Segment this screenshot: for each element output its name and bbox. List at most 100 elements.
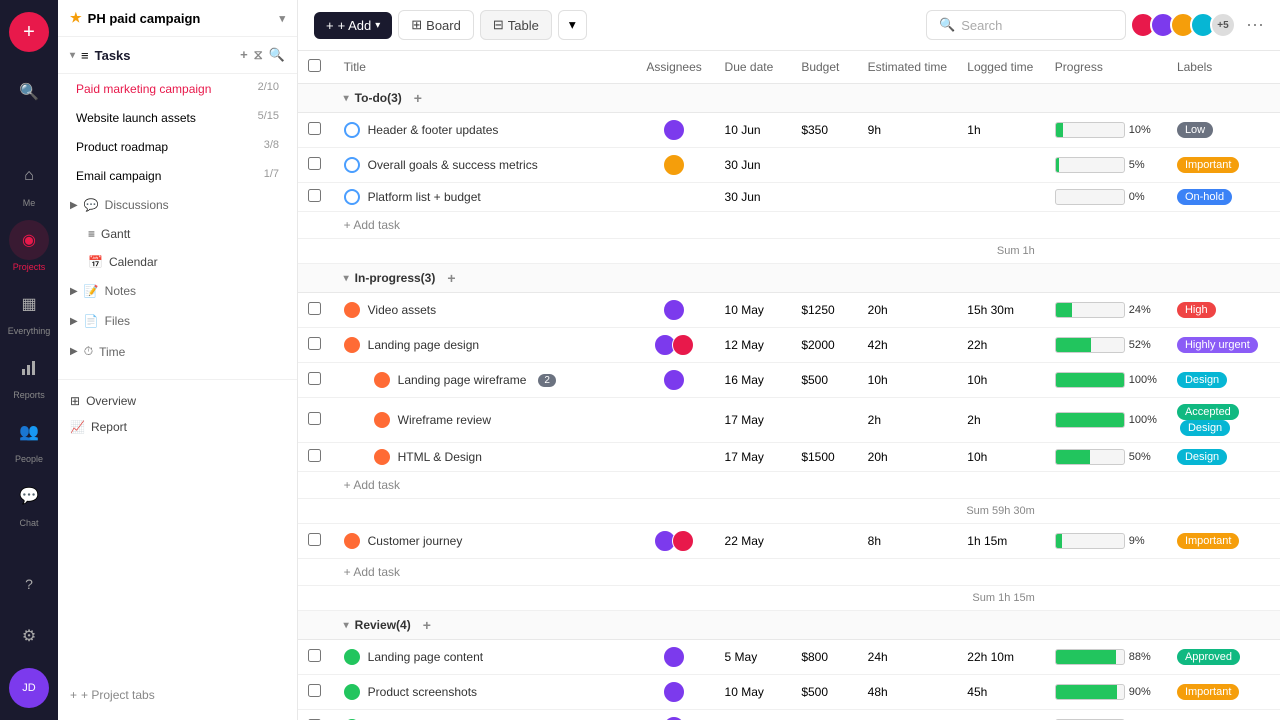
tasks-section-header[interactable]: ▾ ≡ Tasks + ⧖ 🔍 — [58, 37, 297, 74]
labels-cell: On-hold — [1167, 183, 1280, 212]
everything-icon[interactable]: ▦ — [9, 284, 49, 324]
task-name[interactable]: Customer journey — [368, 534, 463, 548]
add-task-icon[interactable]: + — [240, 47, 248, 63]
task-title-cell: Header & footer updates — [334, 113, 634, 148]
add-task-row-inprogress[interactable]: + Add task — [298, 472, 1280, 499]
user-avatar[interactable]: JD — [9, 668, 49, 708]
budget-cell: $2000 — [791, 328, 857, 363]
help-icon[interactable]: ? — [9, 564, 49, 604]
icon-bar-projects[interactable]: ◉ Projects — [9, 216, 49, 276]
add-task-row-todo[interactable]: + Add task — [298, 212, 1280, 239]
project-item-paid[interactable]: Paid marketing campaign 2/10 — [64, 75, 291, 102]
task-name[interactable]: Landing page design — [368, 338, 479, 352]
group-inprogress-label: ▾ In-progress(3) + — [334, 264, 1280, 293]
icon-bar-chat[interactable]: 💬 Chat — [9, 472, 49, 532]
add-icon[interactable]: + — [9, 12, 49, 52]
task-checkbox[interactable] — [308, 302, 321, 315]
add-task-label[interactable]: + Add task — [334, 559, 1280, 586]
icon-bar-me[interactable]: ⌂ Me — [9, 152, 49, 212]
filter-icon[interactable]: ⧖ — [254, 47, 263, 63]
icon-bar-help[interactable]: ? — [9, 560, 49, 608]
add-review-task-icon[interactable]: + — [423, 617, 431, 633]
icon-bar-add[interactable]: + — [9, 8, 49, 64]
search-box[interactable]: 🔍 Search — [926, 10, 1126, 40]
notes-section[interactable]: ▶ 📝 Notes — [58, 276, 297, 306]
icon-bar-people[interactable]: 👥 People — [9, 408, 49, 468]
project-header[interactable]: ★ PH paid campaign ▾ — [58, 0, 297, 37]
task-checkbox[interactable] — [308, 157, 321, 170]
board-view-button[interactable]: ⊞ Board — [398, 10, 474, 40]
tasks-collapse-icon[interactable]: ▾ — [70, 50, 75, 61]
add-project-tabs[interactable]: + + Project tabs — [70, 682, 285, 708]
chat-icon[interactable]: 💬 — [9, 476, 49, 516]
projects-icon[interactable]: ◉ — [9, 220, 49, 260]
add-todo-task-icon[interactable]: + — [414, 90, 422, 106]
sidebar-item-gantt[interactable]: ≡ Gantt — [64, 221, 291, 247]
icon-bar-settings[interactable]: ⚙ — [9, 612, 49, 660]
table-view-button[interactable]: ⊟ Table — [480, 10, 552, 40]
task-checkbox[interactable] — [308, 189, 321, 202]
assignees-cell — [634, 328, 715, 363]
home-icon[interactable]: ⌂ — [9, 156, 49, 196]
settings-icon[interactable]: ⚙ — [9, 616, 49, 656]
task-checkbox[interactable] — [308, 412, 321, 425]
add-button[interactable]: + + Add ▾ — [314, 12, 392, 39]
task-name[interactable]: Video assets — [368, 303, 437, 317]
files-icon: 📄 — [84, 314, 99, 328]
task-checkbox[interactable] — [308, 449, 321, 462]
more-options-button[interactable]: ⋯ — [1246, 15, 1264, 36]
task-name[interactable]: Landing page wireframe — [398, 373, 527, 387]
task-checkbox[interactable] — [308, 372, 321, 385]
due-date-cell: 30 Jun — [715, 183, 792, 212]
task-checkbox[interactable] — [308, 649, 321, 662]
icon-bar-everything[interactable]: ▦ Everything — [8, 280, 51, 340]
task-checkbox[interactable] — [308, 337, 321, 350]
label-badge: Important — [1177, 533, 1239, 549]
task-name[interactable]: Landing page content — [368, 650, 483, 664]
task-name[interactable]: HTML & Design — [398, 450, 482, 464]
add-inprogress-task-icon[interactable]: + — [447, 270, 455, 286]
reports-icon[interactable] — [9, 348, 49, 388]
search-icon[interactable]: 🔍 — [9, 72, 49, 112]
icon-bar-user[interactable]: JD — [9, 664, 49, 712]
project-count: 5/15 — [258, 110, 279, 122]
icon-bar-reports[interactable]: Reports — [9, 344, 49, 404]
sidebar-item-calendar[interactable]: 📅 Calendar — [64, 249, 291, 275]
add-task-row-customer[interactable]: + Add task — [298, 559, 1280, 586]
task-name[interactable]: Platform list + budget — [368, 190, 481, 204]
task-name[interactable]: Header & footer updates — [368, 123, 499, 137]
assignees-cell — [634, 710, 715, 720]
select-all-checkbox[interactable] — [308, 59, 321, 72]
task-name[interactable]: Wireframe review — [398, 413, 491, 427]
task-name[interactable]: Overall goals & success metrics — [368, 158, 538, 172]
tasks-header-icons: + ⧖ 🔍 — [240, 47, 285, 63]
task-checkbox[interactable] — [308, 122, 321, 135]
project-item-roadmap[interactable]: Product roadmap 3/8 — [64, 133, 291, 160]
files-section[interactable]: ▶ 📄 Files — [58, 306, 297, 336]
search-tasks-icon[interactable]: 🔍 — [269, 47, 285, 63]
collaborators-avatars[interactable]: +5 — [1136, 12, 1236, 38]
task-checkbox[interactable] — [308, 533, 321, 546]
people-icon[interactable]: 👥 — [9, 412, 49, 452]
task-checkbox[interactable] — [308, 684, 321, 697]
status-inprog-icon — [374, 372, 390, 388]
more-views-button[interactable]: ▾ — [558, 10, 587, 40]
chevron-down-icon[interactable]: ▾ — [344, 620, 349, 631]
add-task-label[interactable]: + Add task — [334, 472, 1280, 499]
icon-bar-search[interactable]: 🔍 — [9, 68, 49, 116]
sidebar-item-overview[interactable]: ⊞ Overview — [58, 388, 297, 414]
task-name[interactable]: Product screenshots — [368, 685, 477, 699]
chevron-down-icon[interactable]: ▾ — [344, 273, 349, 284]
task-checkbox-cell — [298, 675, 334, 710]
sidebar-item-report[interactable]: 📈 Report — [58, 414, 297, 440]
add-task-checkbox — [298, 472, 334, 499]
project-item-email[interactable]: Email campaign 1/7 — [64, 162, 291, 189]
time-section[interactable]: ▶ ⏱ Time — [58, 336, 297, 367]
add-task-label[interactable]: + Add task — [334, 212, 1280, 239]
time-label: Time — [99, 345, 125, 359]
labels-cell: High — [1167, 293, 1280, 328]
chevron-down-icon[interactable]: ▾ — [344, 93, 349, 104]
discussions-section[interactable]: ▶ 💬 Discussions — [58, 190, 297, 220]
project-item-website[interactable]: Website launch assets 5/15 — [64, 104, 291, 131]
status-done-icon — [344, 684, 360, 700]
